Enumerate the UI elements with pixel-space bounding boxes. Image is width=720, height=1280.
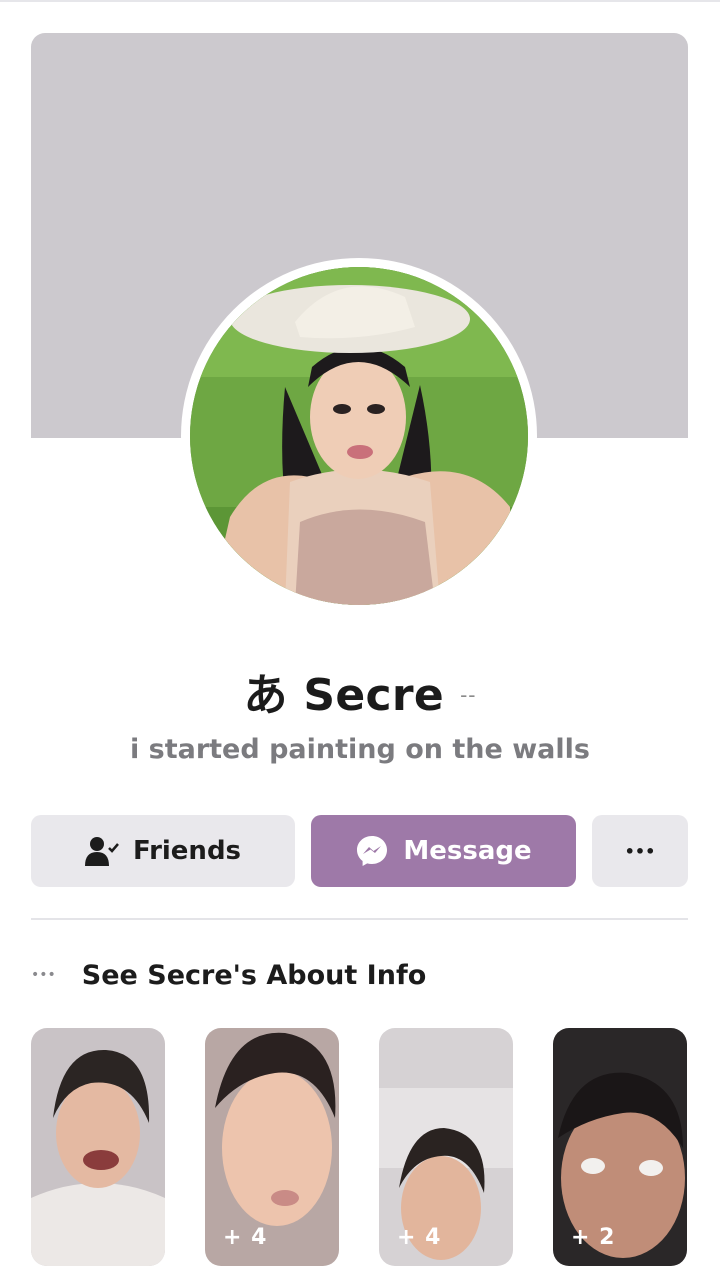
- profile-photo-illustration: [190, 267, 528, 605]
- message-button[interactable]: Message: [311, 815, 576, 887]
- friends-button-label: Friends: [132, 836, 242, 866]
- messenger-icon: [357, 836, 388, 866]
- more-dots-icon: •••: [31, 967, 56, 983]
- message-button-label: Message: [403, 836, 532, 866]
- story-count: + 2: [571, 1225, 616, 1250]
- story-card[interactable]: + 4: [205, 1028, 339, 1266]
- profile-name-suffix: --: [460, 683, 477, 707]
- profile-photo: [190, 267, 528, 605]
- story-card[interactable]: + 4: [379, 1028, 513, 1266]
- profile-picture[interactable]: [181, 258, 537, 614]
- more-options-button[interactable]: •••: [592, 815, 688, 887]
- friends-button[interactable]: Friends: [31, 815, 295, 887]
- about-info-link[interactable]: ••• See Secre's About Info: [31, 950, 426, 1000]
- story-thumbnail: [31, 1028, 165, 1266]
- top-border: [0, 0, 720, 2]
- profile-name-row: あ Secre --: [0, 658, 720, 724]
- person-check-icon: [84, 837, 119, 866]
- about-info-label: See Secre's About Info: [81, 959, 427, 991]
- profile-name: あ Secre: [243, 670, 445, 721]
- section-divider: [31, 918, 688, 920]
- story-count: + 4: [397, 1225, 442, 1250]
- more-dots-icon: •••: [624, 841, 656, 861]
- profile-bio: i started painting on the walls: [129, 734, 590, 765]
- story-count: + 4: [223, 1225, 268, 1250]
- story-card[interactable]: + 2: [553, 1028, 687, 1266]
- story-card[interactable]: [31, 1028, 165, 1266]
